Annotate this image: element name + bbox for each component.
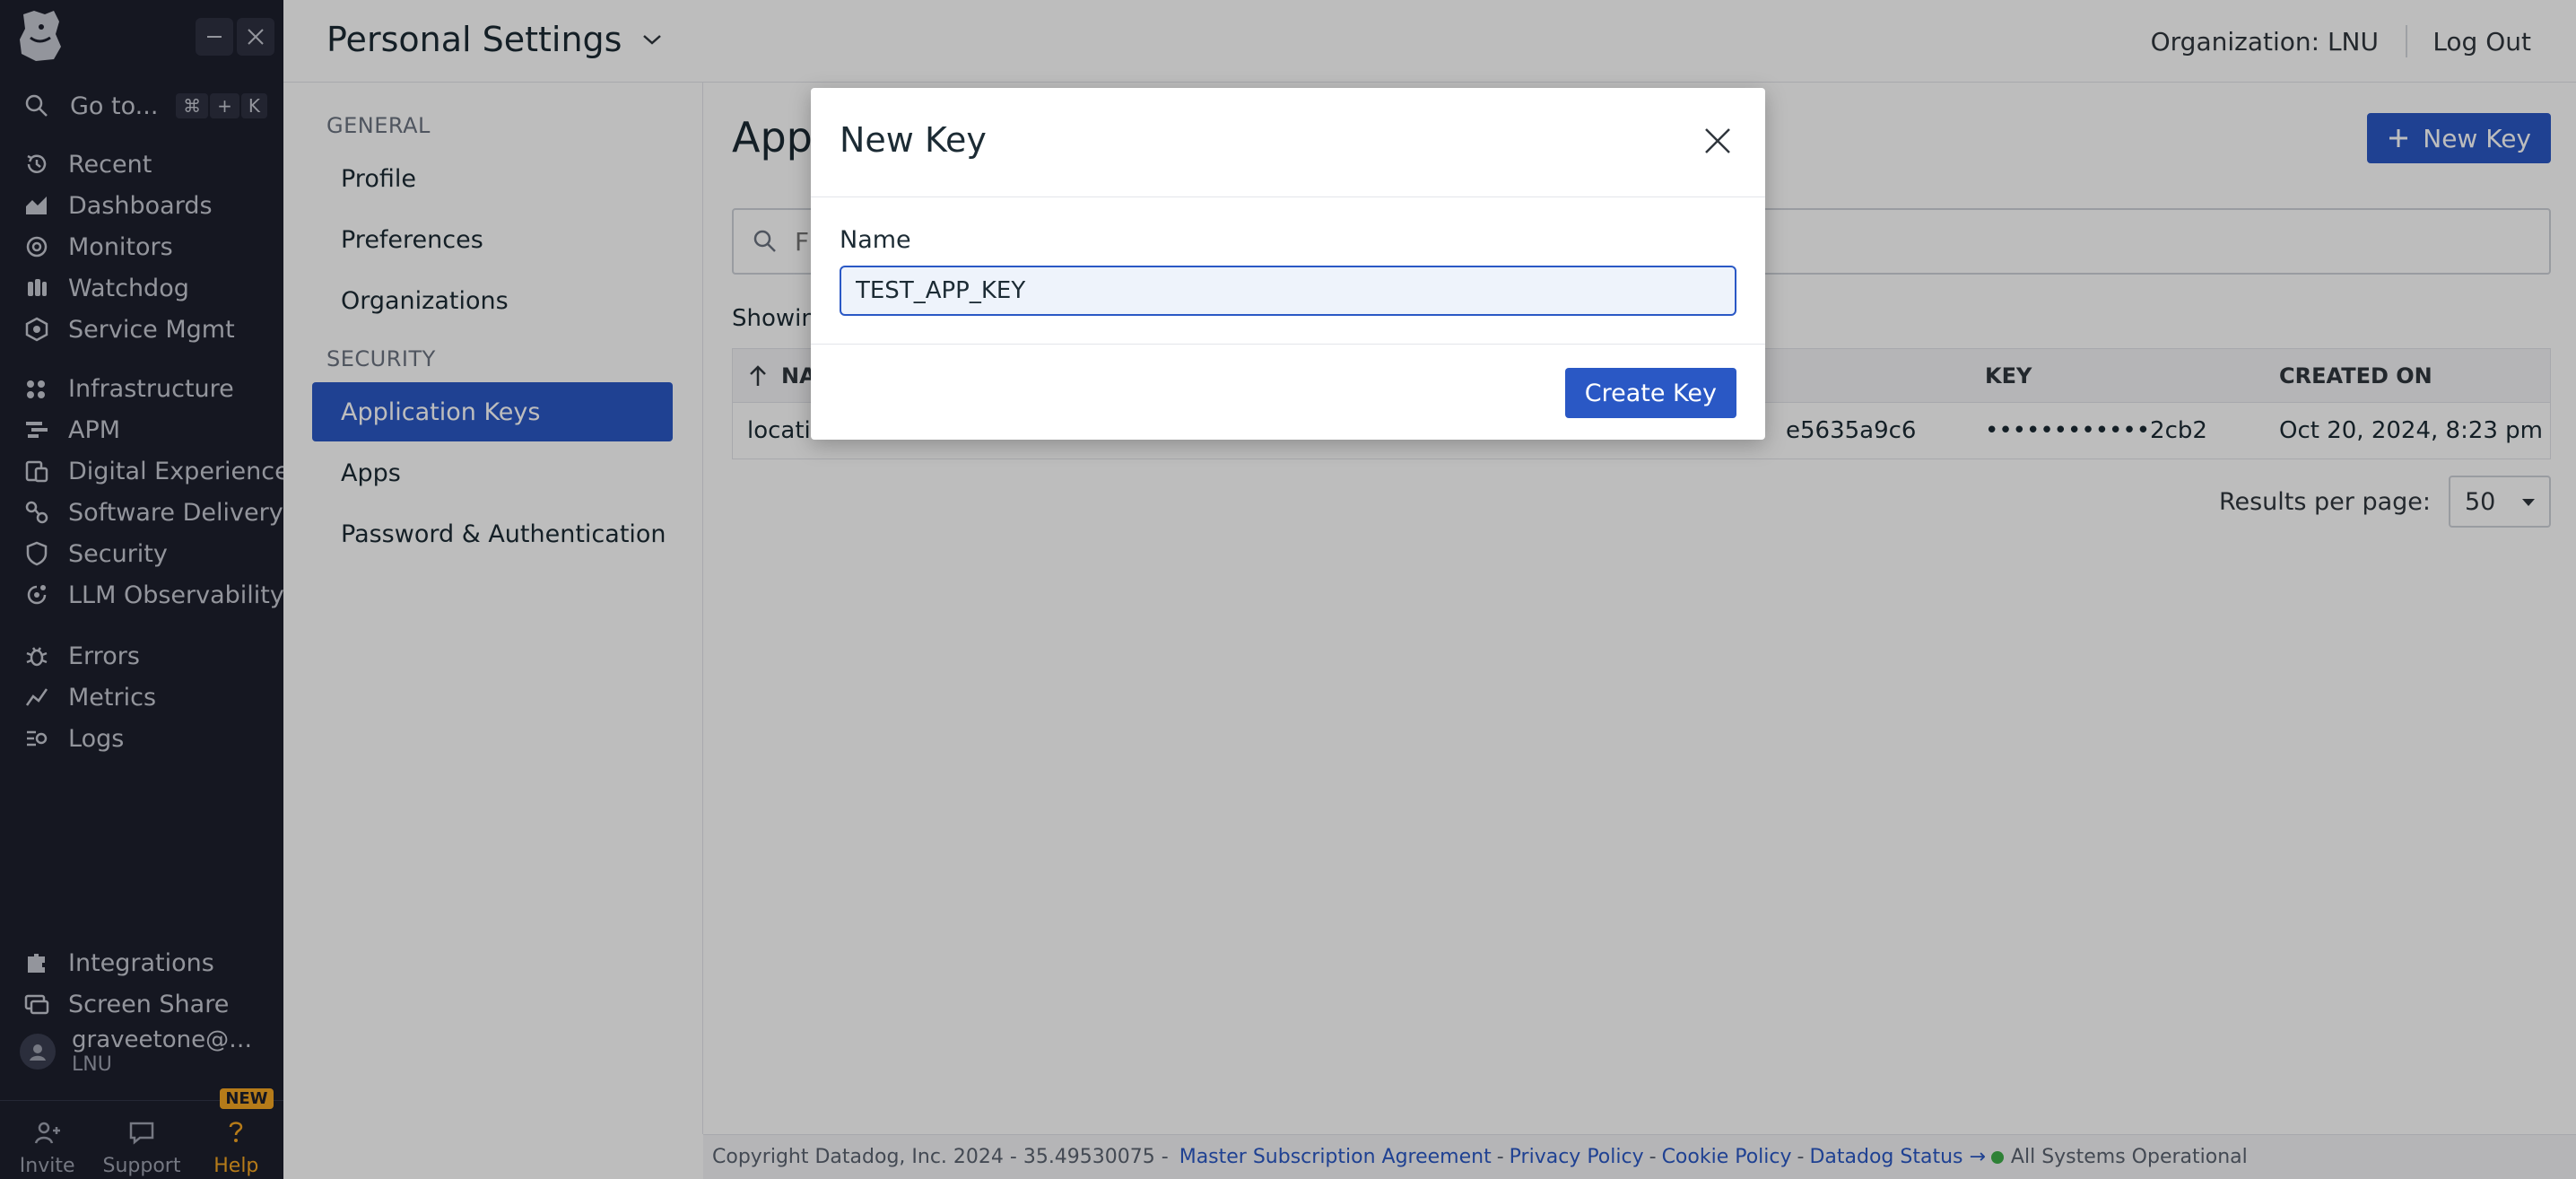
name-label: Name bbox=[840, 226, 911, 254]
key-name-input[interactable] bbox=[840, 266, 1736, 316]
dialog-body: Name bbox=[811, 197, 1765, 345]
dialog-header: New Key bbox=[811, 88, 1765, 197]
create-key-button[interactable]: Create Key bbox=[1564, 368, 1736, 418]
dialog-title: New Key bbox=[840, 120, 987, 160]
new-key-dialog: New Key Name Create Key bbox=[811, 88, 1765, 440]
close-icon[interactable] bbox=[1702, 126, 1733, 160]
